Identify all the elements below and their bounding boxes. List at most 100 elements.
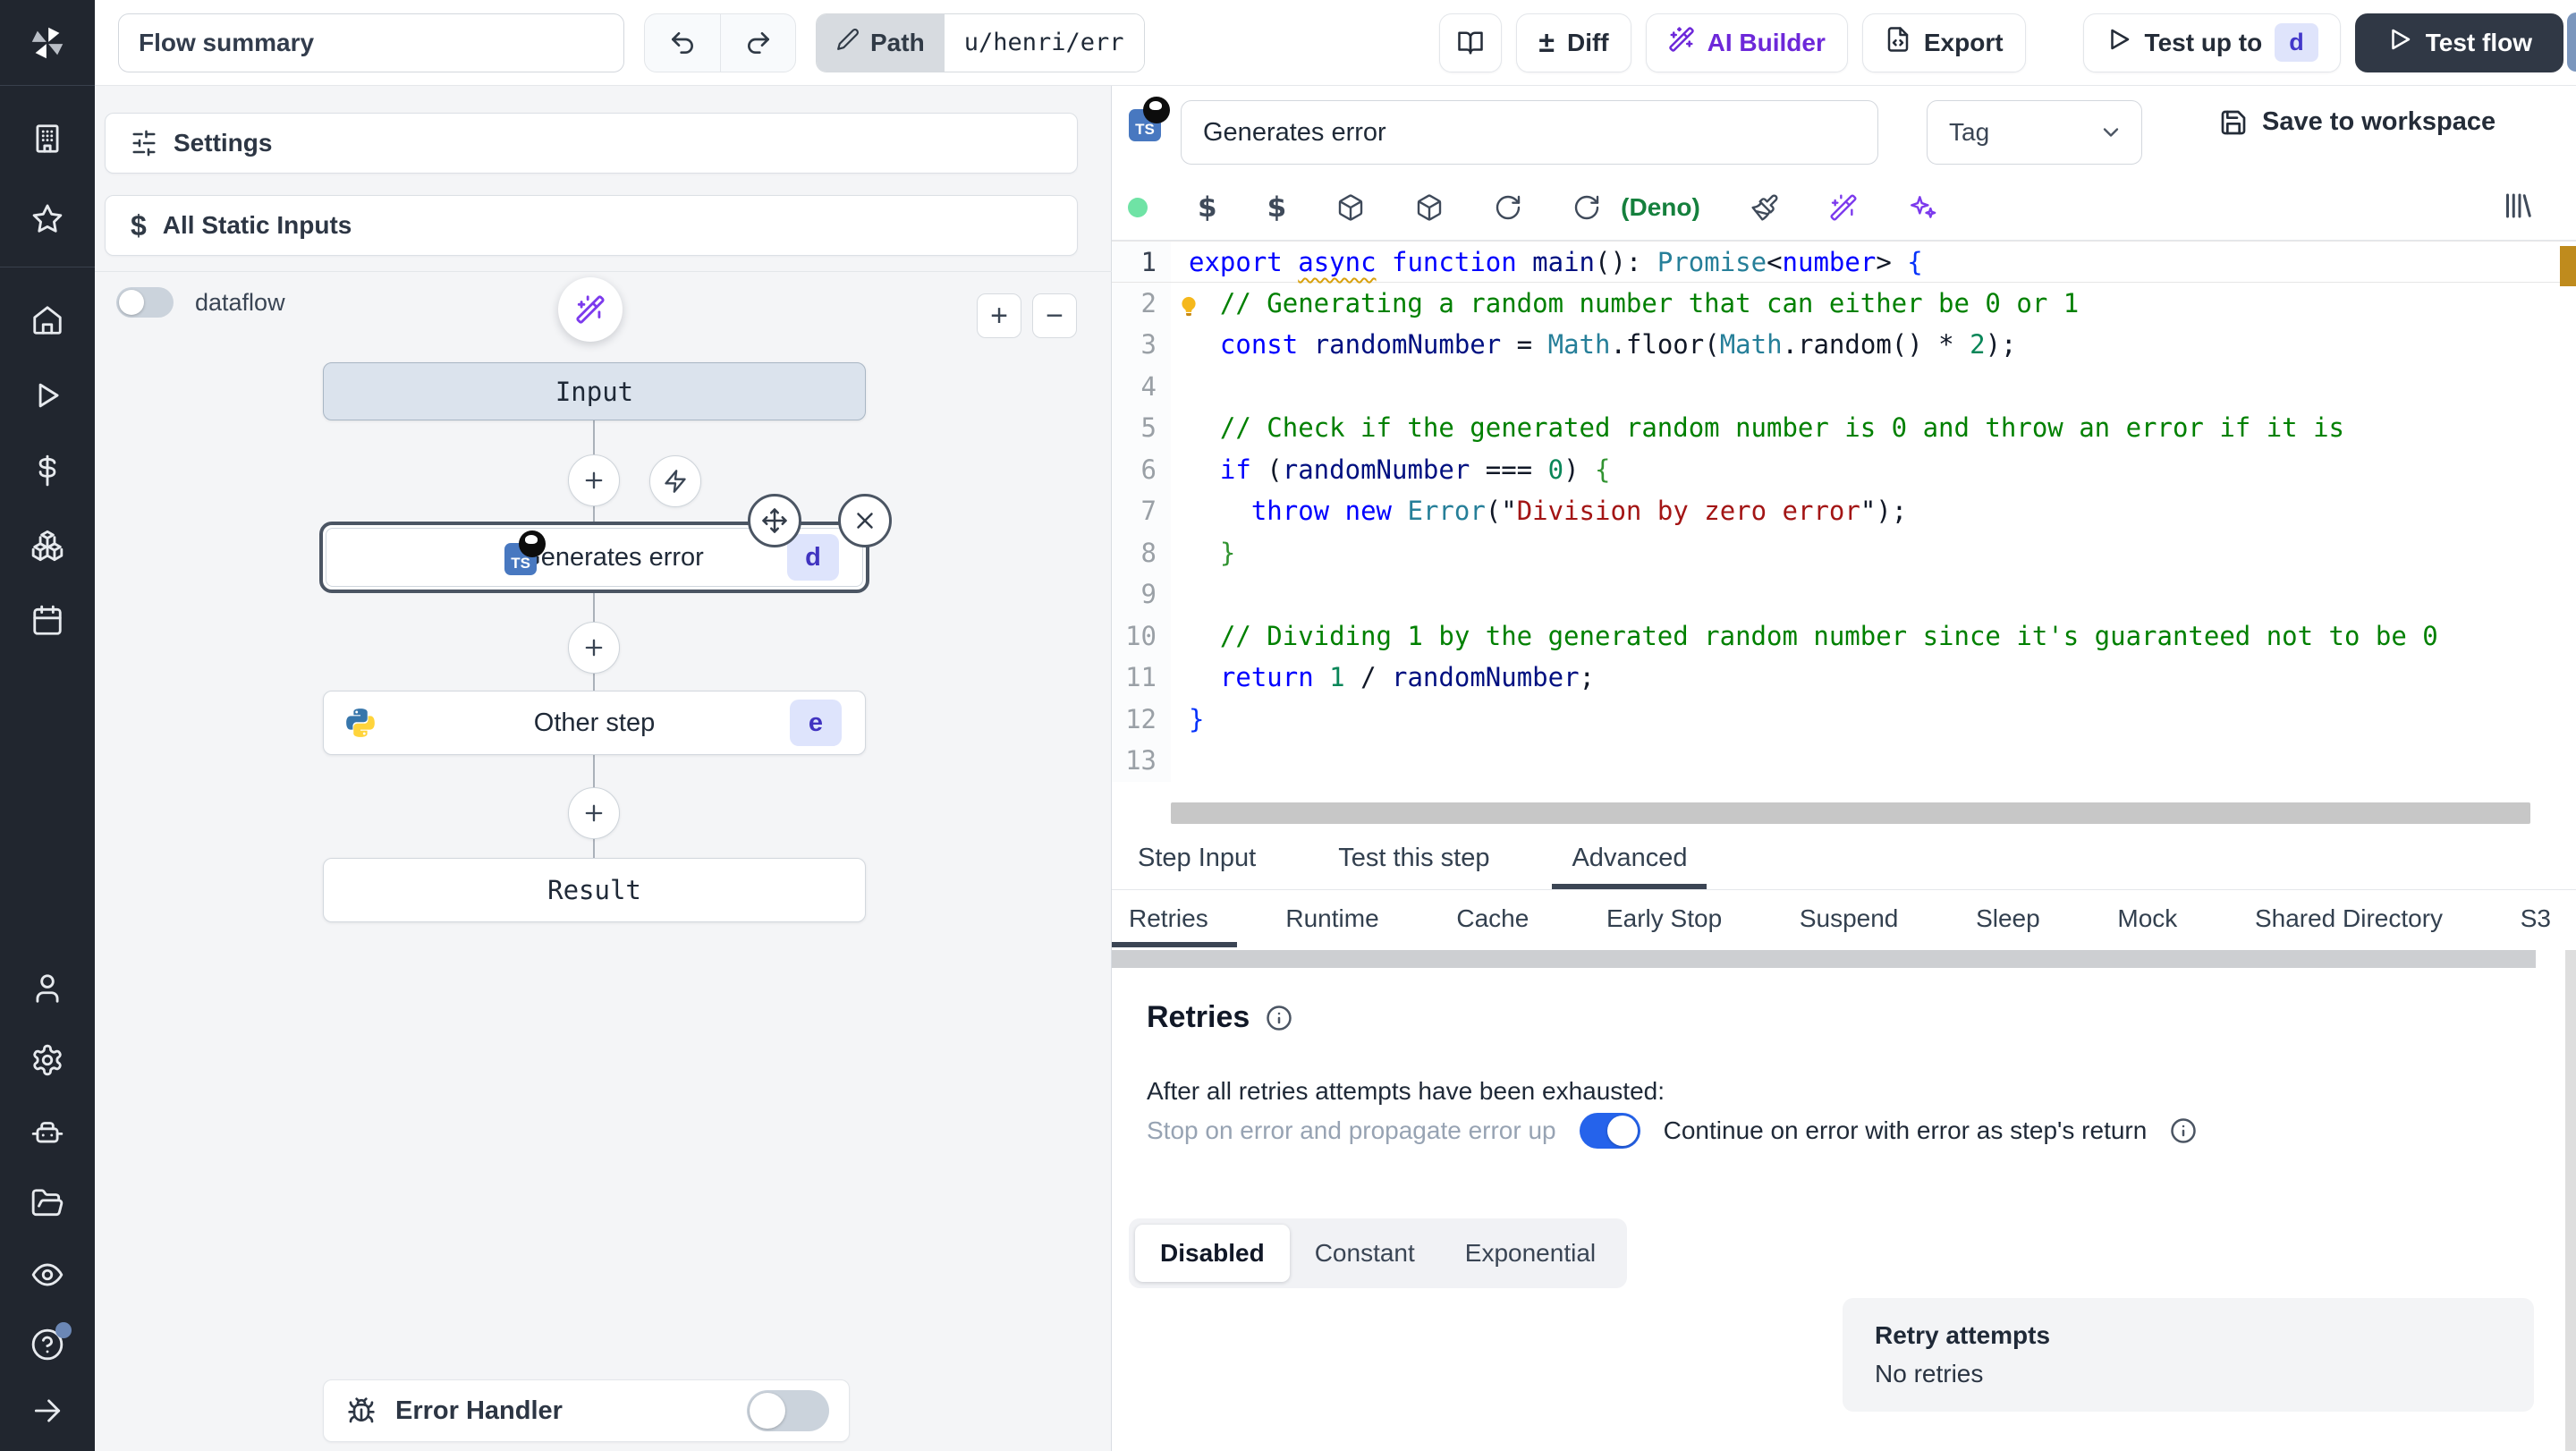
sidebar-item-settings-icon[interactable]	[30, 1043, 64, 1077]
sidebar-item-play-icon[interactable]	[30, 378, 64, 412]
sidebar-item-home-icon[interactable]	[30, 303, 64, 337]
flow-settings-card[interactable]: Settings	[105, 113, 1078, 174]
retry-mode-constant[interactable]: Constant	[1290, 1225, 1440, 1282]
subtab-s3[interactable]: S3	[2521, 890, 2551, 947]
code-line-9[interactable]: 9	[1112, 573, 2576, 615]
sidebar-item-user-icon[interactable]	[30, 972, 64, 1006]
tag-select[interactable]: Tag	[1927, 100, 2142, 165]
retry-mode-exponential[interactable]: Exponential	[1440, 1225, 1621, 1282]
sidebar-item-calendar-icon[interactable]	[30, 604, 64, 638]
code-line-1[interactable]: 1 export async function main(): Promise<n…	[1112, 241, 2576, 283]
subtab-suspend[interactable]: Suspend	[1800, 890, 1899, 947]
subtab-retries[interactable]: Retries	[1112, 890, 1237, 947]
flow-node-generates-error[interactable]: TS Generates error d	[319, 494, 892, 593]
static-inputs-card[interactable]: $ All Static Inputs	[105, 195, 1078, 256]
path-chip[interactable]: Path u/henri/err	[816, 13, 1145, 72]
deno-label: (Deno)	[1621, 193, 1700, 221]
code-line-12[interactable]: 12}	[1112, 698, 2576, 740]
trigger-bolt-button[interactable]	[649, 455, 701, 507]
sidebar-item-help-icon[interactable]	[30, 1322, 72, 1362]
lockfile-icon[interactable]	[1415, 193, 1444, 222]
ai-flow-wand-button[interactable]	[558, 277, 623, 342]
tab-test-this-step[interactable]: Test this step	[1329, 827, 1498, 889]
delete-step-button[interactable]	[838, 494, 892, 547]
resources-icon[interactable]: $	[1267, 191, 1287, 224]
ai-gen-icon[interactable]	[1829, 193, 1858, 222]
sidebar-item-building-icon[interactable]	[30, 122, 64, 156]
windmill-logo[interactable]	[0, 0, 95, 86]
library-icon[interactable]	[2501, 190, 2533, 226]
subtab-shared-directory[interactable]: Shared Directory	[2255, 890, 2443, 947]
retry-mode-disabled[interactable]: Disabled	[1135, 1225, 1290, 1282]
flow-node-input[interactable]: Input	[323, 362, 866, 420]
subtab-runtime[interactable]: Runtime	[1285, 890, 1378, 947]
subtab-mock[interactable]: Mock	[2117, 890, 2177, 947]
undo-button[interactable]	[645, 14, 720, 72]
info-icon[interactable]	[2170, 1117, 2197, 1144]
code-line-10[interactable]: 10 // Dividing 1 by the generated random…	[1112, 615, 2576, 657]
add-step-button-2[interactable]	[568, 622, 620, 674]
code-line-6[interactable]: 6 if (randomNumber === 0) {	[1112, 448, 2576, 490]
variables-icon[interactable]: $	[1198, 191, 1217, 224]
test-up-to-button[interactable]: Test up to d	[2082, 13, 2341, 72]
reload-icon[interactable]	[1494, 193, 1522, 222]
code-line-8[interactable]: 8 }	[1112, 531, 2576, 573]
sidebar-item-eye-icon[interactable]	[30, 1258, 64, 1292]
dependencies-icon[interactable]	[1336, 193, 1365, 222]
dataflow-toggle[interactable]	[116, 287, 174, 318]
flow-summary-input[interactable]	[118, 13, 624, 72]
docs-button[interactable]	[1439, 13, 1503, 72]
add-step-button-3[interactable]	[568, 787, 620, 839]
flow-node-other-step[interactable]: Other step e	[323, 691, 866, 755]
ai-sparkles-icon[interactable]	[1908, 193, 1936, 222]
sidebar-item-folder-open-icon[interactable]	[30, 1186, 64, 1220]
sidebar-item-star-icon[interactable]	[30, 202, 64, 236]
flow-node-result[interactable]: Result	[323, 858, 866, 922]
code-line-13[interactable]: 13	[1112, 740, 2576, 782]
error-handler-card[interactable]: Error Handler	[323, 1379, 850, 1442]
subtab-sleep[interactable]: Sleep	[1976, 890, 2040, 947]
sidebar-item-dollar-icon[interactable]	[30, 454, 64, 488]
code-editor[interactable]: 1 export async function main(): Promise<n…	[1112, 240, 2576, 802]
sidebar-item-arrow-right-icon[interactable]	[30, 1394, 64, 1428]
lightbulb-icon[interactable]	[1176, 290, 1201, 316]
code-line-4[interactable]: 4	[1112, 365, 2576, 407]
move-step-handle[interactable]	[748, 494, 801, 547]
subtab-cache[interactable]: Cache	[1456, 890, 1529, 947]
add-step-button-1[interactable]	[568, 454, 620, 506]
panel-vertical-scrollbar[interactable]	[2565, 950, 2576, 1451]
code-line-2[interactable]: 2 // Generating a random number that can…	[1112, 282, 2576, 324]
diff-button[interactable]: ± Diff	[1516, 13, 1631, 72]
code-line-7[interactable]: 7 throw new Error("Division by zero erro…	[1112, 490, 2576, 532]
subtabs-scrollbar[interactable]	[1112, 950, 2536, 968]
result-node-label: Result	[547, 875, 641, 905]
subtab-early-stop[interactable]: Early Stop	[1606, 890, 1722, 947]
continue-on-error-toggle[interactable]	[1579, 1113, 1640, 1149]
zoom-in-button[interactable]: +	[977, 293, 1021, 338]
code-line-5[interactable]: 5 // Check if the generated random numbe…	[1112, 407, 2576, 449]
line-number: 1	[1112, 242, 1171, 282]
path-label: Path	[870, 28, 925, 56]
redo-button[interactable]	[720, 13, 795, 72]
format-icon[interactable]	[1750, 193, 1779, 222]
reload-deno-icon[interactable]	[1572, 193, 1601, 222]
save-to-workspace-button[interactable]: Save to workspace	[2219, 107, 2496, 137]
test-flow-button[interactable]: Test flow	[2354, 13, 2563, 72]
tab-step-input[interactable]: Step Input	[1129, 827, 1265, 889]
editor-horizontal-scrollbar[interactable]	[1171, 802, 2530, 824]
step-name-input[interactable]	[1181, 100, 1878, 165]
info-icon[interactable]	[1266, 1005, 1292, 1031]
warning-overview-marker	[2560, 246, 2576, 285]
error-handler-toggle[interactable]	[747, 1390, 829, 1431]
code-line-3[interactable]: 3 const randomNumber = Math.floor(Math.r…	[1112, 324, 2576, 366]
ai-builder-button[interactable]: AI Builder	[1645, 13, 1848, 72]
tab-advanced[interactable]: Advanced	[1552, 827, 1707, 889]
chevron-down-icon	[2103, 128, 2119, 137]
sidebar-item-bot-icon[interactable]	[30, 1115, 64, 1149]
overflow-button-sliver[interactable]	[2567, 13, 2576, 72]
zoom-out-button[interactable]: −	[1032, 293, 1077, 338]
export-button[interactable]: Export	[1861, 13, 2026, 72]
test-up-to-step-badge[interactable]: d	[2275, 23, 2318, 62]
code-line-11[interactable]: 11 return 1 / randomNumber;	[1112, 657, 2576, 699]
sidebar-item-boxes-icon[interactable]	[30, 529, 64, 563]
